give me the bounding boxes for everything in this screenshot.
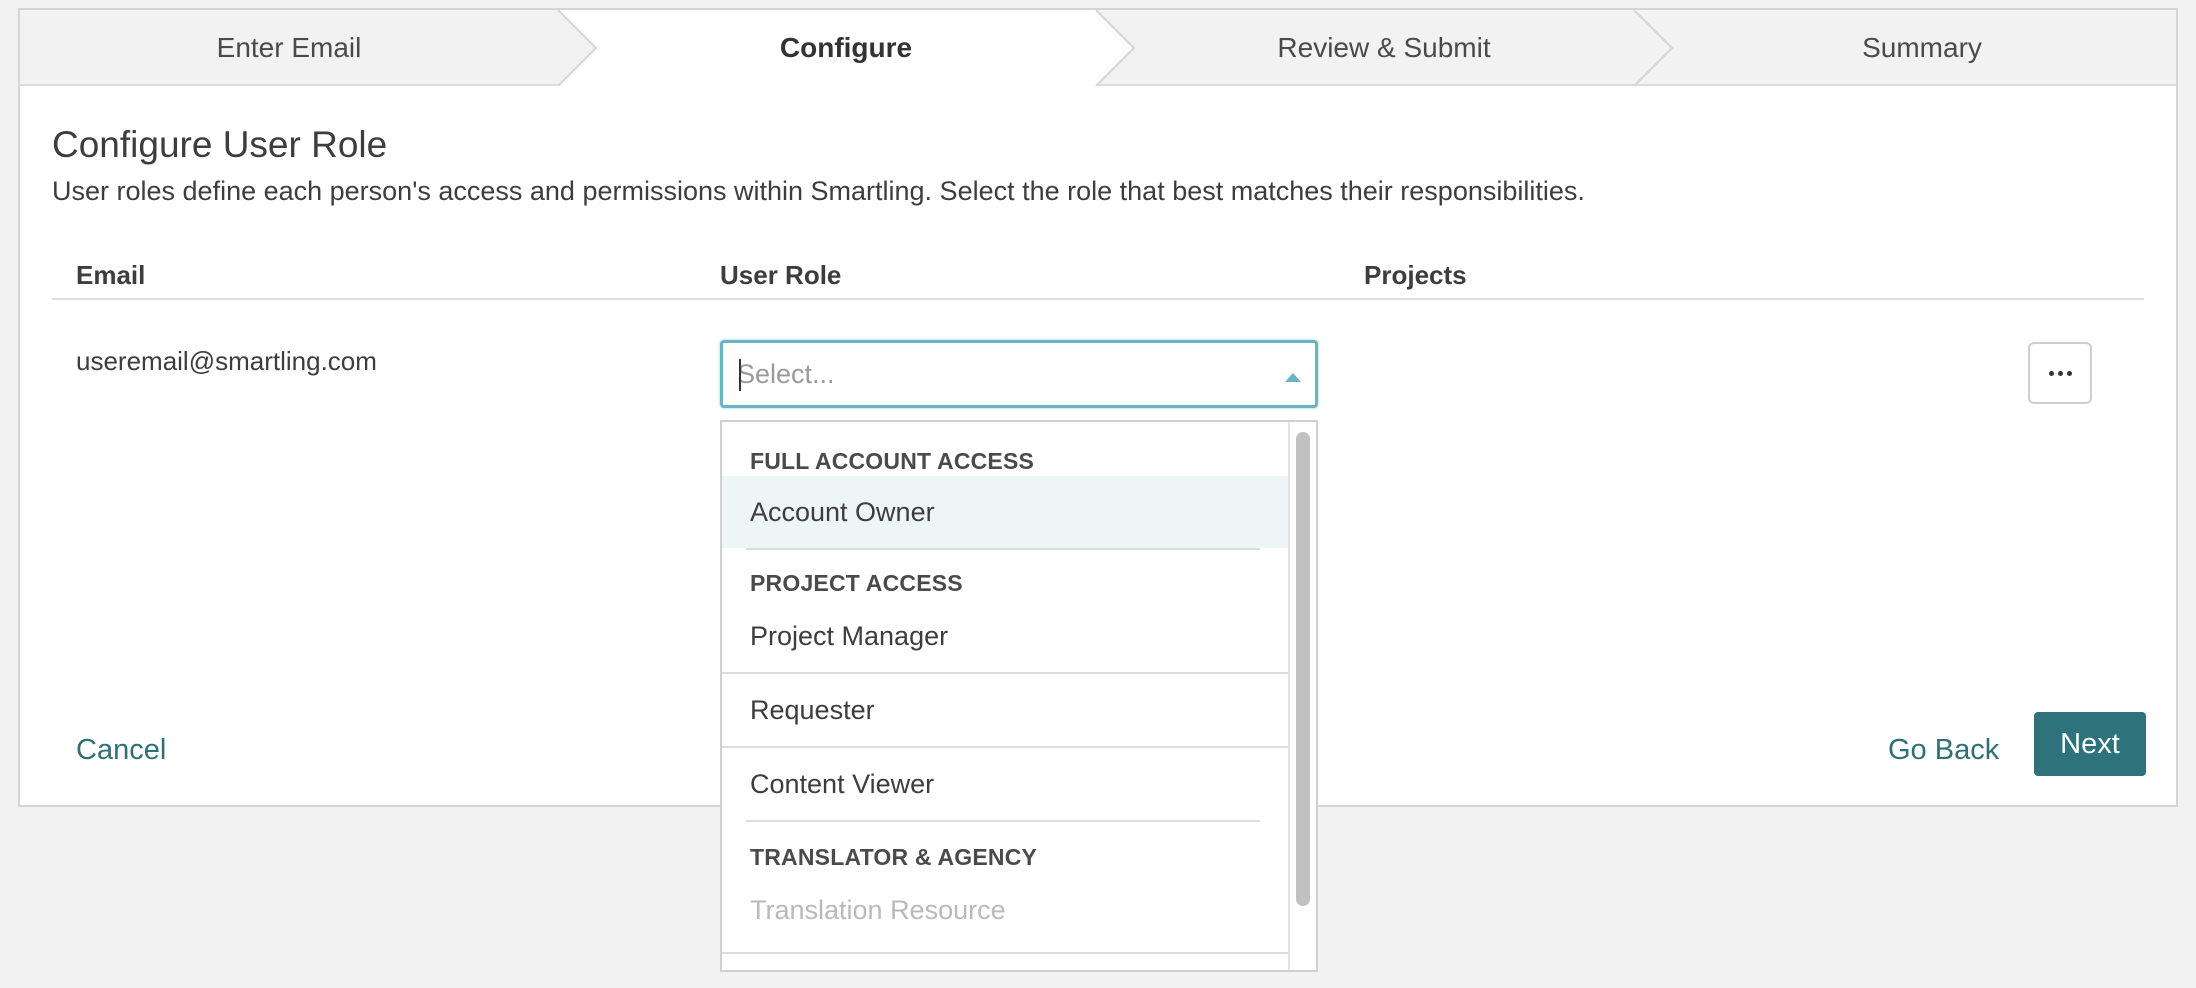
step-summary[interactable]: Summary	[1672, 10, 2172, 86]
group-heading-translator-agency: TRANSLATOR & AGENCY	[750, 844, 1038, 870]
row-email: useremail@smartling.com	[76, 346, 377, 376]
ellipsis-icon	[2047, 370, 2074, 376]
column-header-projects: Projects	[1364, 260, 1467, 290]
user-role-search-input[interactable]	[737, 353, 1237, 395]
cancel-link[interactable]: Cancel	[76, 734, 166, 767]
column-header-user-role: User Role	[720, 260, 842, 290]
next-button[interactable]: Next	[2034, 712, 2146, 776]
page-description: User roles define each person's access a…	[52, 176, 1585, 206]
page-title: Configure User Role	[52, 124, 388, 165]
caret-up-icon[interactable]	[1285, 373, 1301, 382]
option-content-viewer[interactable]: Content Viewer	[722, 748, 1288, 820]
option-project-manager[interactable]: Project Manager	[722, 600, 1288, 672]
text-cursor	[739, 359, 741, 391]
step-configure[interactable]: Configure	[596, 10, 1096, 86]
more-actions-button[interactable]	[2028, 342, 2092, 404]
menu-scrollbar-thumb[interactable]	[1296, 432, 1310, 906]
group-heading-full-account-access: FULL ACCOUNT ACCESS	[750, 448, 1035, 474]
option-separator	[722, 952, 1288, 954]
group-separator	[746, 548, 1260, 550]
group-separator	[746, 820, 1260, 822]
option-translation-resource: Translation Resource	[750, 894, 1006, 925]
option-requester[interactable]: Requester	[722, 674, 1288, 746]
header-divider	[52, 298, 2144, 300]
group-heading-project-access: PROJECT ACCESS	[750, 570, 963, 596]
user-role-dropdown-menu[interactable]: FULL ACCOUNT ACCESS Account Owner PROJEC…	[720, 420, 1318, 972]
column-header-email: Email	[76, 260, 146, 290]
user-role-select[interactable]	[720, 340, 1318, 408]
stepper: Enter Email Configure Review & Submit Su…	[20, 10, 2176, 86]
go-back-link[interactable]: Go Back	[1888, 734, 1999, 767]
step-enter-email[interactable]: Enter Email	[20, 10, 558, 86]
option-account-owner[interactable]: Account Owner	[722, 476, 1288, 548]
step-review-submit[interactable]: Review & Submit	[1134, 10, 1634, 86]
wizard-card: Enter Email Configure Review & Submit Su…	[18, 8, 2178, 972]
